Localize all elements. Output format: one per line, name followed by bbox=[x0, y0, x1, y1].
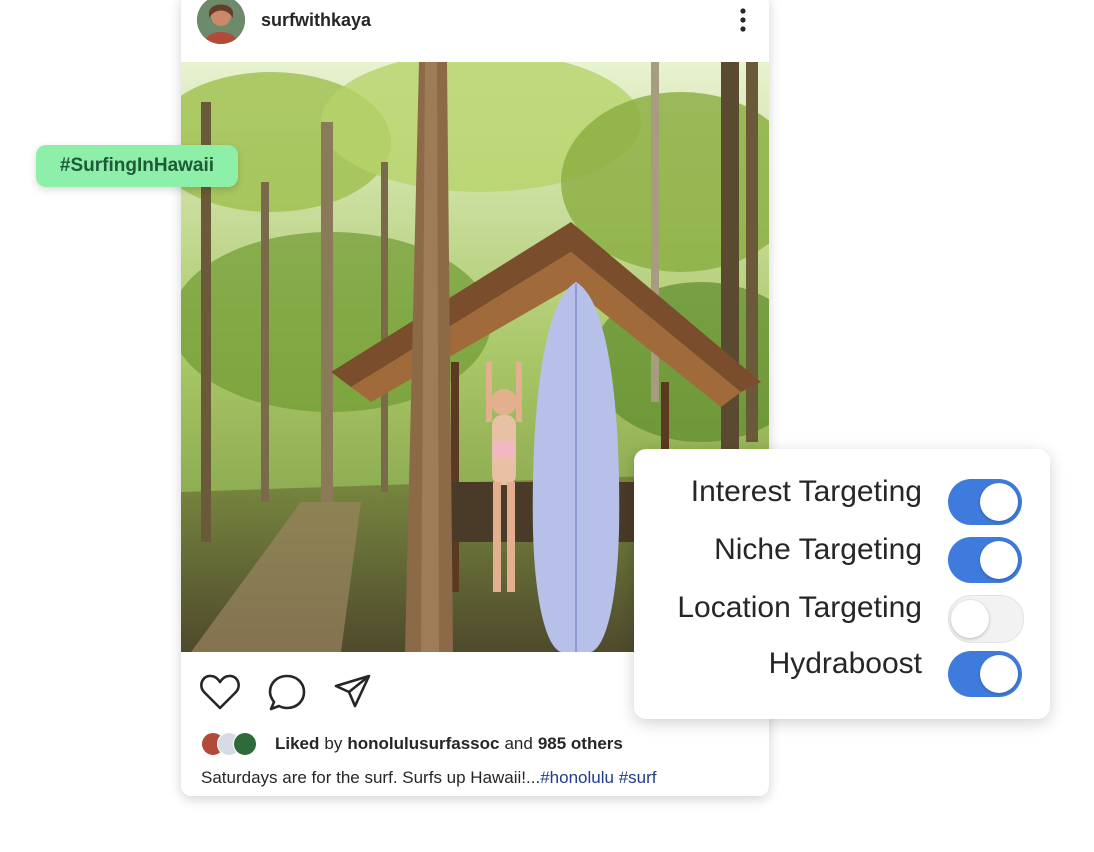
likes-summary: Liked by honolulusurfassoc and 985 other… bbox=[201, 732, 623, 756]
targeting-label: Niche Targeting bbox=[714, 533, 922, 566]
targeting-row-hydraboost: Hydraboost bbox=[634, 635, 1050, 697]
toggle-knob bbox=[980, 483, 1018, 521]
liker-avatars bbox=[201, 732, 263, 756]
liked-by: by bbox=[324, 734, 343, 753]
targeting-label: Interest Targeting bbox=[690, 475, 922, 508]
post-header: surfwithkaya bbox=[181, 0, 769, 62]
targeting-row-interest: Interest Targeting bbox=[634, 463, 1050, 525]
niche-targeting-toggle[interactable] bbox=[948, 537, 1022, 583]
liker-avatar bbox=[233, 732, 257, 756]
toggle-knob bbox=[980, 541, 1018, 579]
hashtag-chip[interactable]: #SurfingInHawaii bbox=[36, 145, 238, 187]
heart-icon[interactable] bbox=[199, 672, 241, 717]
caption-hashtag-surf[interactable]: #surf bbox=[619, 768, 657, 787]
more-options-icon[interactable] bbox=[733, 6, 753, 34]
comment-icon[interactable] bbox=[267, 672, 307, 717]
share-icon[interactable] bbox=[333, 672, 373, 717]
toggle-knob bbox=[980, 655, 1018, 693]
post-caption: Saturdays are for the surf. Surfs up Haw… bbox=[201, 768, 656, 788]
targeting-row-niche: Niche Targeting bbox=[634, 521, 1050, 583]
liked-and: and bbox=[504, 734, 533, 753]
caption-text: Saturdays are for the surf. Surfs up Haw… bbox=[201, 768, 541, 787]
hydraboost-toggle[interactable] bbox=[948, 651, 1022, 697]
liked-user[interactable]: honolulusurfassoc bbox=[347, 734, 499, 754]
avatar[interactable] bbox=[197, 0, 245, 44]
targeting-label: Hydraboost bbox=[768, 647, 922, 680]
targeting-panel: Interest Targeting Niche Targeting Locat… bbox=[634, 449, 1050, 719]
post-username[interactable]: surfwithkaya bbox=[261, 10, 371, 31]
liked-others[interactable]: 985 others bbox=[538, 734, 623, 754]
caption-hashtag-honolulu[interactable]: #honolulu bbox=[540, 768, 614, 787]
liked-prefix: Liked bbox=[275, 734, 320, 753]
interest-targeting-toggle[interactable] bbox=[948, 479, 1022, 525]
targeting-row-location: Location Targeting bbox=[634, 579, 1050, 643]
targeting-label: Location Targeting bbox=[677, 591, 922, 624]
toggle-knob bbox=[951, 600, 989, 638]
